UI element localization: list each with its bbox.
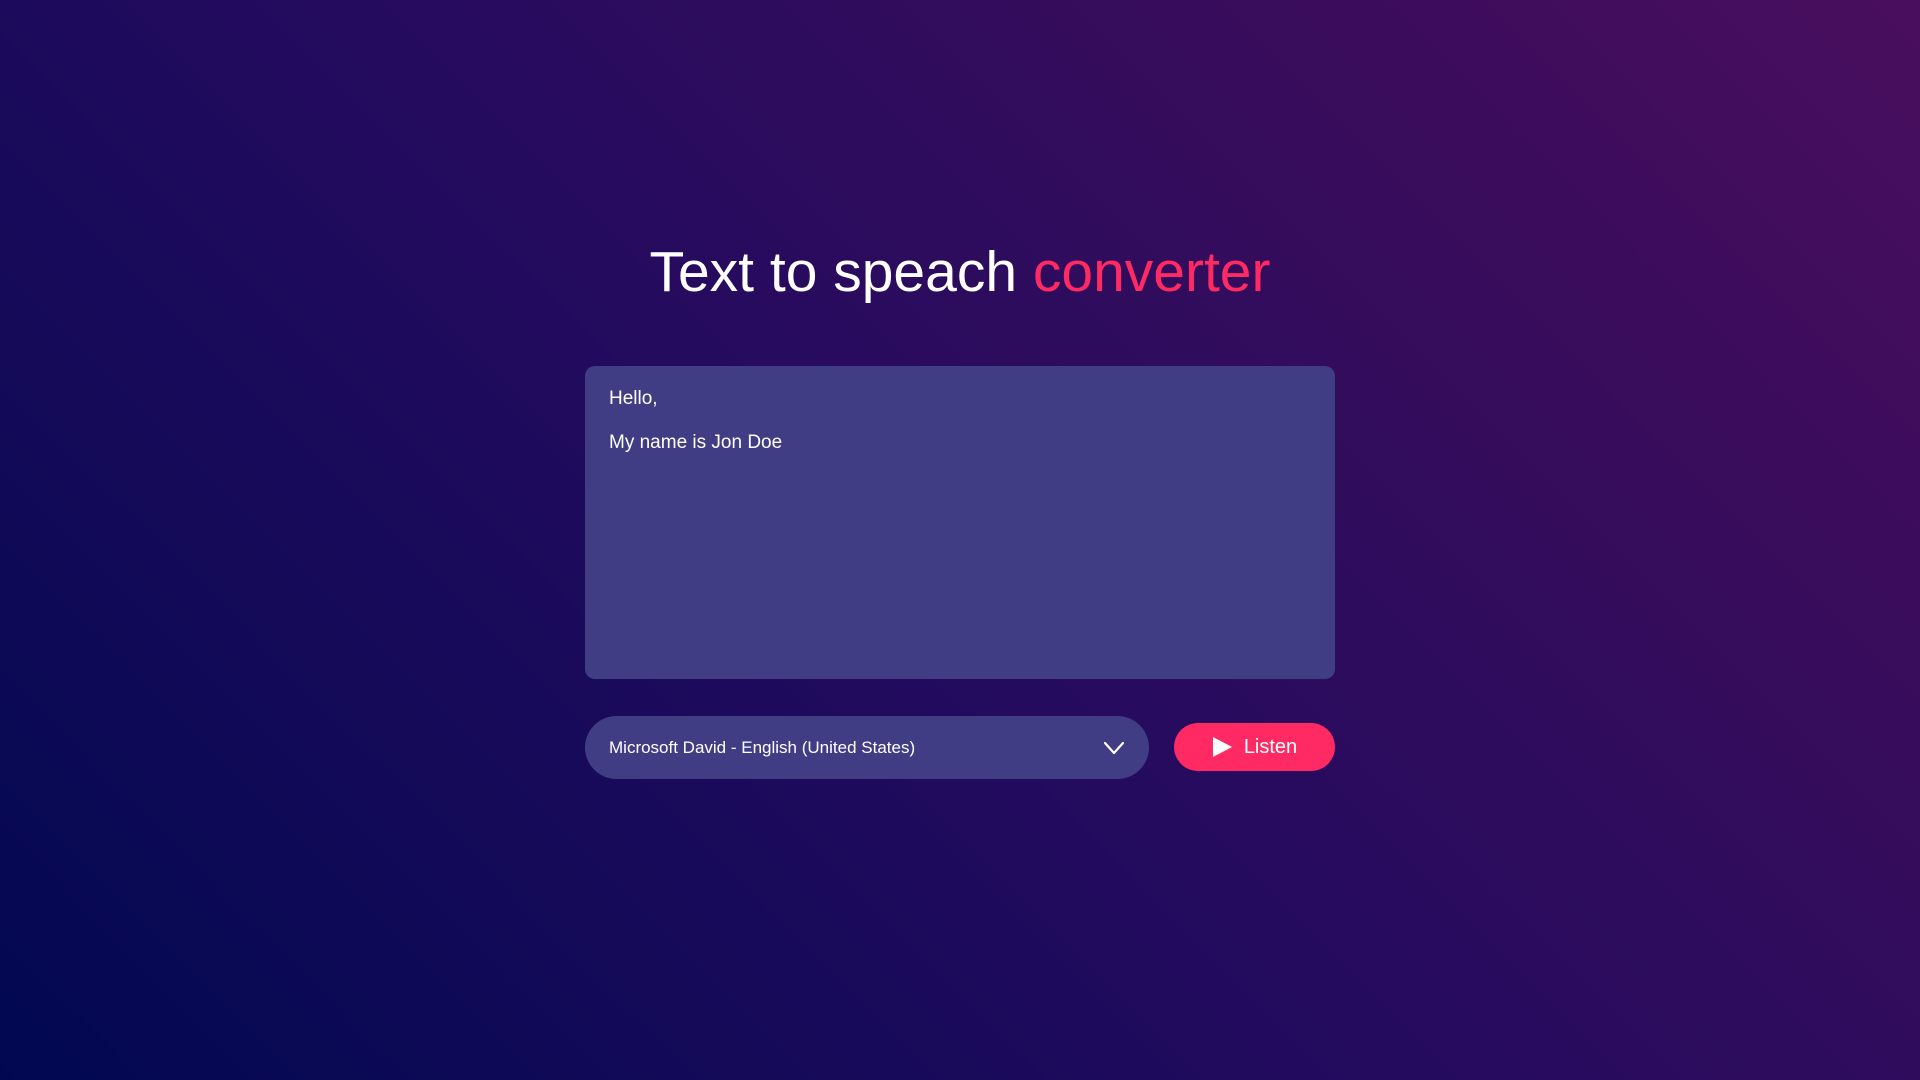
title-main: Text to speach: [649, 240, 1018, 304]
text-line: My name is Jon Doe: [609, 432, 783, 453]
listen-button-label: Listen: [1243, 735, 1298, 758]
play-icon: [1212, 737, 1232, 757]
voice-select-value: Microsoft David - English (United States…: [609, 737, 916, 757]
text-input-area[interactable]: Hello, My name is Jon Doe: [585, 366, 1335, 679]
controls-row: Microsoft David - English (United States…: [585, 716, 1335, 779]
app-container: Text to speach converter Hello, My name …: [585, 230, 1335, 779]
listen-button[interactable]: Listen: [1174, 723, 1335, 771]
title-accent: converter: [1032, 240, 1271, 304]
voice-select[interactable]: Microsoft David - English (United States…: [585, 716, 1149, 779]
page-title: Text to speach converter: [585, 230, 1335, 315]
chevron-down-icon: [1103, 741, 1125, 755]
text-line: Hello,: [609, 388, 658, 409]
